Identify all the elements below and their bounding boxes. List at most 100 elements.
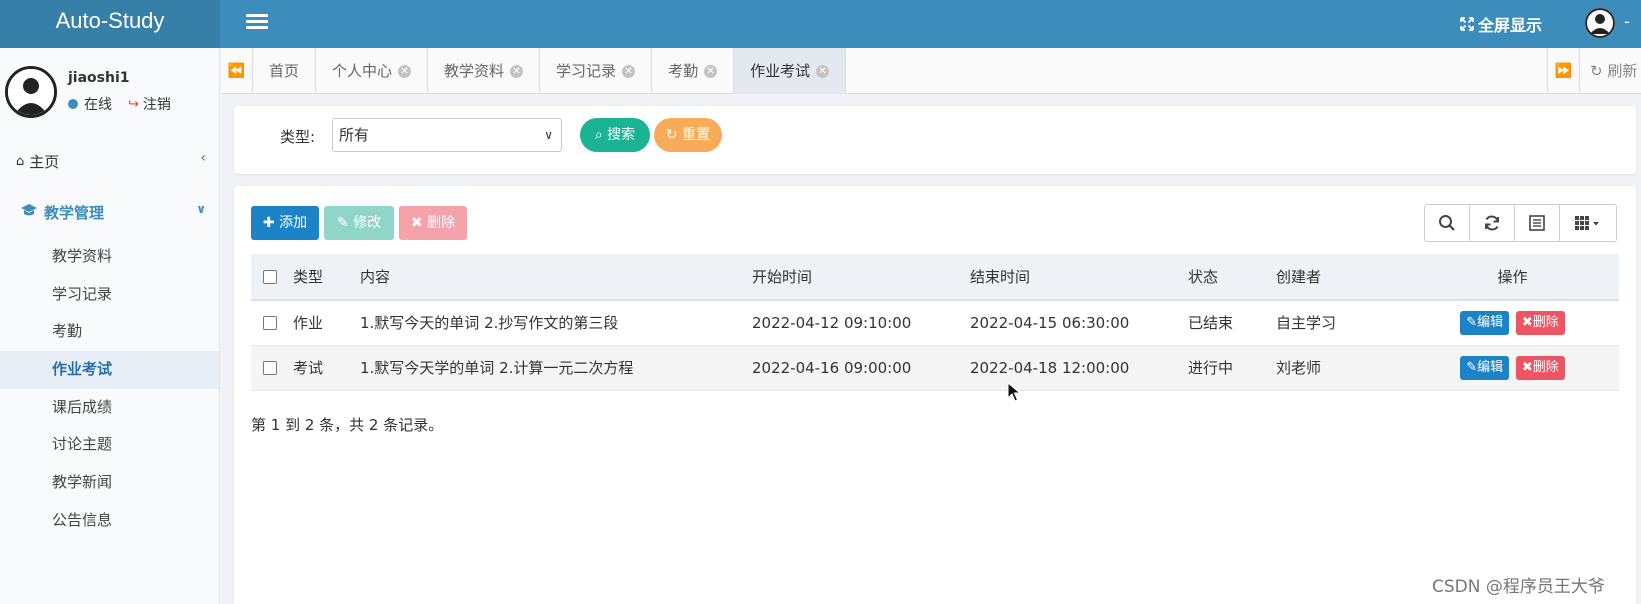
cell-content: 1.默写今天学的单词 2.计算一元二次方程: [360, 359, 634, 377]
fullscreen-button[interactable]: 全屏显示: [1460, 12, 1542, 36]
close-icon[interactable]: ✕: [510, 64, 524, 78]
close-icon[interactable]: ✕: [398, 64, 412, 78]
watermark: CSDN @程序员王大爷: [1432, 577, 1605, 597]
column-header[interactable]: 开始时间: [752, 254, 970, 301]
row-checkbox[interactable]: [263, 316, 277, 331]
sidebar-item-grades[interactable]: 课后成绩: [0, 389, 219, 427]
sidebar-item-news[interactable]: 教学新闻: [0, 464, 219, 502]
refresh-icon: ↻: [665, 127, 678, 143]
sidebar-item-study-records[interactable]: 学习记录: [0, 276, 219, 314]
sidebar-item-teaching-materials[interactable]: 教学资料: [0, 238, 219, 276]
graduation-cap-icon: [20, 203, 38, 221]
hamburger-menu-icon[interactable]: [246, 12, 268, 32]
row-edit-button[interactable]: ✎编辑: [1460, 355, 1510, 380]
sidebar-home-label: 主页: [29, 152, 60, 171]
cell-start-time: 2022-04-16 09:00:00: [752, 358, 912, 377]
plus-icon: ✚: [262, 215, 275, 231]
close-icon[interactable]: ✕: [622, 64, 636, 78]
sidebar: jiaoshi1 在线 ↪ 注销 ⌂ 主页 ‹ 教学管理 ∨ 教学资料 学习记录…: [0, 48, 220, 604]
user-avatar-icon[interactable]: [1585, 8, 1615, 38]
refresh-icon: [1485, 215, 1499, 231]
column-header: 操作: [1406, 254, 1619, 301]
column-header[interactable]: 结束时间: [970, 254, 1188, 301]
sidebar-item-home[interactable]: ⌂ 主页 ‹: [16, 146, 206, 176]
row-checkbox[interactable]: [263, 361, 277, 375]
table-header-row: 类型 内容 开始时间 结束时间 状态 创建者 操作: [251, 254, 1619, 301]
column-header[interactable]: 状态: [1188, 254, 1276, 301]
username: jiaoshi1: [68, 70, 130, 86]
tab-homework-exams[interactable]: 作业考试 ✕: [734, 48, 847, 94]
edit-icon: ✎: [336, 215, 349, 231]
grid-icon: [1575, 216, 1599, 230]
search-panel: 类型: 所有 ∨ ⌕ 搜索 ↻ 重置: [234, 106, 1636, 174]
refresh-button[interactable]: ↻ 刷新: [1579, 48, 1641, 94]
chevron-down-icon: ∨: [196, 202, 206, 216]
tabs-scroll-left-icon[interactable]: ⏪: [221, 48, 253, 94]
column-header[interactable]: 类型: [293, 254, 360, 301]
times-icon: ✖: [410, 215, 423, 231]
user-panel: jiaoshi1 在线 ↪ 注销: [0, 48, 220, 128]
tab-attendance[interactable]: 考勤 ✕: [652, 48, 735, 94]
brand-logo[interactable]: Auto-Study: [0, 0, 220, 48]
tab-label: 考勤: [668, 62, 699, 80]
table-search-button[interactable]: [1425, 205, 1470, 241]
type-filter-value: 所有: [339, 126, 370, 144]
tab-study-records[interactable]: 学习记录 ✕: [540, 48, 653, 94]
search-button[interactable]: ⌕ 搜索: [580, 118, 650, 152]
sidebar-subnav: 教学资料 学习记录 考勤 作业考试 课后成绩 讨论主题 教学新闻 公告信息: [0, 238, 219, 540]
sidebar-item-announcements[interactable]: 公告信息: [0, 502, 219, 540]
avatar: [5, 66, 57, 118]
chevron-down-icon: ∨: [544, 128, 553, 142]
cell-end-time: 2022-04-15 06:30:00: [970, 313, 1130, 332]
tab-home[interactable]: 首页: [253, 48, 317, 94]
search-icon: ⌕: [594, 127, 603, 143]
tab-label: 教学资料: [444, 62, 505, 80]
home-icon: ⌂: [16, 153, 25, 169]
pagination-info: 第 1 到 2 条，共 2 条记录。: [251, 416, 444, 434]
tabs-scroll-right-icon[interactable]: ⏩: [1547, 48, 1579, 94]
table-row[interactable]: 考试 1.默写今天学的单词 2.计算一元二次方程 2022-04-16 09:0…: [251, 345, 1619, 390]
delete-button-label: 删除: [427, 215, 456, 231]
tab-teaching-materials[interactable]: 教学资料 ✕: [428, 48, 541, 94]
user-menu-toggle[interactable]: -: [1624, 12, 1630, 31]
search-icon: [1439, 215, 1455, 231]
reset-button[interactable]: ↻ 重置: [654, 118, 722, 152]
table-row[interactable]: 作业 1.默写今天的单词 2.抄写作文的第三段 2022-04-12 09:10…: [251, 300, 1619, 345]
table-refresh-button[interactable]: [1470, 205, 1515, 241]
edit-icon: ✎: [1466, 359, 1478, 375]
add-button[interactable]: ✚ 添加: [251, 206, 319, 240]
column-header[interactable]: 创建者: [1276, 254, 1406, 301]
delete-button[interactable]: ✖ 删除: [399, 206, 467, 240]
expand-icon: [1460, 17, 1474, 31]
cell-status: 已结束: [1188, 314, 1234, 333]
sidebar-item-attendance[interactable]: 考勤: [0, 313, 219, 351]
row-delete-button[interactable]: ✖删除: [1515, 355, 1565, 380]
sidebar-group-teaching[interactable]: 教学管理 ∨: [20, 196, 206, 228]
row-edit-label: 编辑: [1477, 314, 1504, 330]
row-delete-button[interactable]: ✖删除: [1515, 310, 1565, 335]
mouse-pointer-icon: [1007, 382, 1021, 402]
sign-out-icon[interactable]: ↪: [128, 97, 139, 112]
main-panel: ✚ 添加 ✎ 修改 ✖ 删除 类型 内容 开始时间 结束时间 状态 创建者 操作…: [234, 186, 1636, 604]
tab-label: 个人中心: [332, 62, 393, 80]
tab-profile[interactable]: 个人中心 ✕: [316, 48, 429, 94]
columns-dropdown-button[interactable]: [1560, 205, 1616, 241]
row-delete-label: 删除: [1532, 359, 1559, 375]
select-all-checkbox[interactable]: [263, 270, 277, 284]
logout-link[interactable]: 注销: [143, 94, 171, 114]
toggle-view-button[interactable]: [1515, 205, 1560, 241]
row-edit-label: 编辑: [1477, 359, 1504, 375]
column-header[interactable]: 内容: [360, 254, 752, 301]
close-icon[interactable]: ✕: [704, 64, 718, 78]
type-filter-select[interactable]: 所有 ∨: [332, 118, 562, 152]
row-delete-label: 删除: [1532, 314, 1559, 330]
sidebar-item-discussion[interactable]: 讨论主题: [0, 426, 219, 464]
list-alt-icon: [1529, 215, 1545, 231]
close-icon[interactable]: ✕: [816, 64, 830, 78]
row-edit-button[interactable]: ✎编辑: [1460, 310, 1510, 335]
cell-status: 进行中: [1188, 359, 1234, 377]
sidebar-item-homework-exams[interactable]: 作业考试: [0, 351, 219, 389]
edit-button[interactable]: ✎ 修改: [324, 206, 394, 240]
tab-label: 首页: [269, 62, 300, 80]
cell-type: 作业: [293, 314, 324, 333]
